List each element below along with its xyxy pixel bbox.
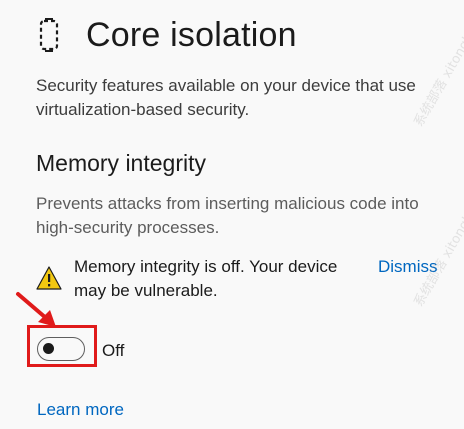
- page-description: Security features available on your devi…: [36, 76, 416, 119]
- dismiss-link[interactable]: Dismiss: [378, 255, 438, 279]
- memory-integrity-description: Prevents attacks from inserting maliciou…: [36, 194, 419, 237]
- core-isolation-chip-icon: [36, 18, 62, 52]
- page-title: Core isolation: [86, 15, 297, 54]
- warning-text: Memory integrity is off. Your device may…: [74, 257, 338, 300]
- memory-integrity-toggle[interactable]: [37, 337, 85, 361]
- toggle-state-label: Off: [102, 341, 125, 360]
- core-isolation-page: Core isolation Security features availab…: [0, 0, 464, 429]
- toggle-knob: [43, 343, 54, 354]
- page-header: Core isolation: [36, 12, 297, 58]
- red-arrow-annotation: [16, 292, 56, 327]
- memory-integrity-heading: Memory integrity: [36, 150, 206, 176]
- learn-more-link[interactable]: Learn more: [37, 399, 124, 421]
- memory-integrity-warning: Memory integrity is off. Your device may…: [36, 255, 456, 303]
